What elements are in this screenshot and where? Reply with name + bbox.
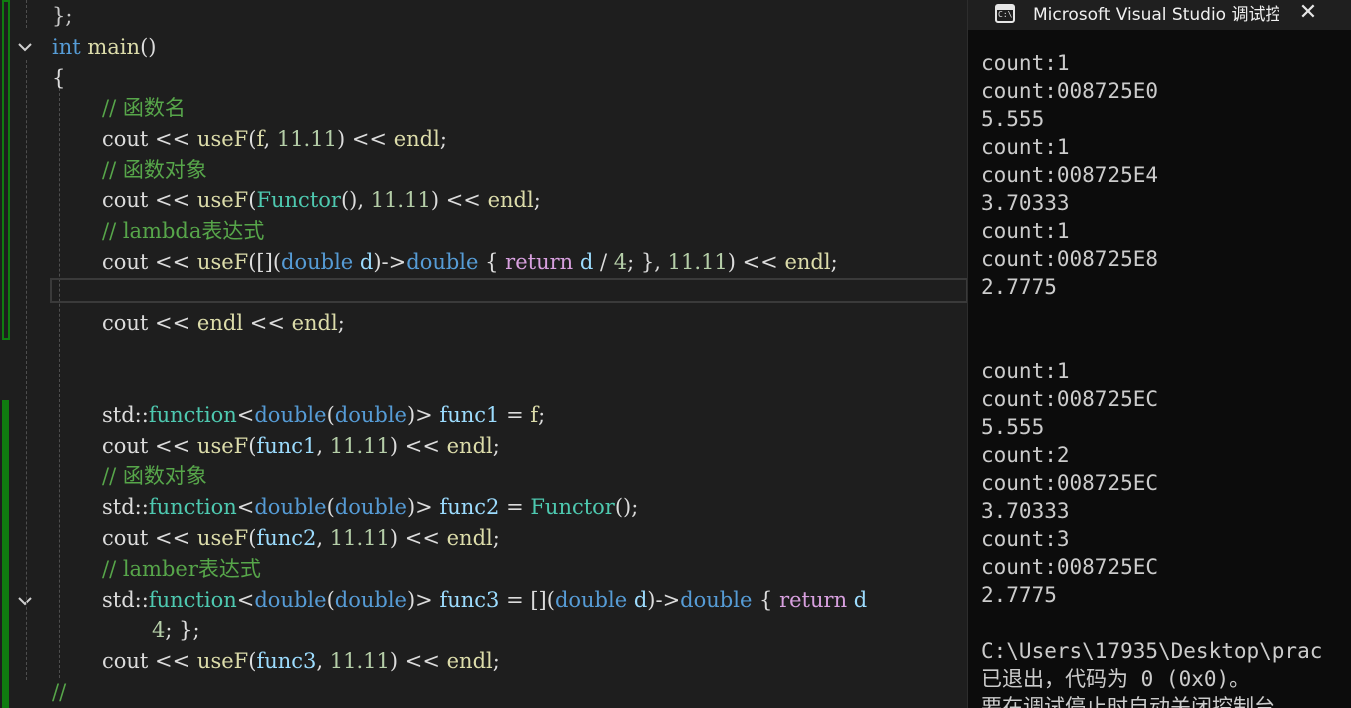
code-line[interactable]: 4; }; xyxy=(152,615,200,645)
code-line[interactable]: std::function<double(double)> func3 = []… xyxy=(102,585,867,615)
code-line[interactable]: // 函数对象 xyxy=(102,155,207,185)
console-output-line: count:1 xyxy=(981,135,1070,159)
code-line[interactable]: cout << endl << endl; xyxy=(102,308,345,338)
change-bar-modified xyxy=(2,0,10,340)
close-button[interactable]: ✕ xyxy=(1293,0,1323,28)
console-output-line: 要在调试停止时自动关闭控制台 xyxy=(981,695,1275,708)
collapse-main-chevron-icon[interactable] xyxy=(14,36,36,58)
console-output-line: count:2 xyxy=(981,443,1070,467)
code-line[interactable]: cout << useF(func3, 11.11) << endl; xyxy=(102,646,500,676)
code-line[interactable]: cout << useF([](double d)->double { retu… xyxy=(102,247,838,277)
code-line[interactable]: }; xyxy=(52,1,72,31)
code-line[interactable]: // lamber表达式 xyxy=(102,554,261,584)
code-line[interactable]: cout << useF(func2, 11.11) << endl; xyxy=(102,523,500,553)
code-editor[interactable]: }; int main() { // 函数名 cout << useF(f, 1… xyxy=(0,0,967,708)
code-line[interactable]: // 函数名 xyxy=(102,93,186,123)
console-titlebar[interactable]: C:\ Microsoft Visual Studio 调试控制台 ✕ xyxy=(968,0,1351,30)
code-line[interactable]: // lambda表达式 xyxy=(102,216,264,246)
console-output-line: count:008725E0 xyxy=(981,79,1159,103)
console-app-icon: C:\ xyxy=(995,4,1015,23)
collapse-func3-chevron-icon[interactable] xyxy=(14,590,36,612)
console-output-line: count:3 xyxy=(981,527,1070,551)
console-output-line: count:008725EC xyxy=(981,387,1159,411)
console-output-line: 已退出，代码为 0 (0x0)。 xyxy=(981,667,1251,691)
code-line[interactable]: std::function<double(double)> func1 = f; xyxy=(102,400,545,430)
console-output-line: 5.555 xyxy=(981,107,1045,131)
console-output-line: 2.7775 xyxy=(981,275,1057,299)
debug-console-window[interactable]: C:\ Microsoft Visual Studio 调试控制台 ✕ coun… xyxy=(967,0,1351,708)
code-line[interactable]: cout << useF(Functor(), 11.11) << endl; xyxy=(102,185,541,215)
console-output-line: count:008725EC xyxy=(981,555,1159,579)
console-output-line: 3.70333 xyxy=(981,191,1070,215)
code-line[interactable]: std::function<double(double)> func2 = Fu… xyxy=(102,492,638,522)
console-title: Microsoft Visual Studio 调试控制台 xyxy=(1033,5,1279,25)
code-line[interactable]: // xyxy=(52,677,66,707)
current-line-highlight xyxy=(50,278,967,303)
console-output-line: 3.70333 xyxy=(981,499,1070,523)
code-line[interactable]: cout << useF(f, 11.11) << endl; xyxy=(102,124,447,154)
console-output-line: 2.7775 xyxy=(981,583,1057,607)
code-line[interactable]: { xyxy=(52,63,65,93)
scope-guide xyxy=(26,60,27,680)
scope-guide xyxy=(26,0,27,28)
code-line[interactable]: // 函数对象 xyxy=(102,461,207,491)
console-output-line: count:008725EC xyxy=(981,471,1159,495)
console-output-line: count:008725E4 xyxy=(981,163,1159,187)
console-output-line: C:\Users\17935\Desktop\prac xyxy=(981,639,1323,663)
code-line[interactable]: cout << useF(func1, 11.11) << endl; xyxy=(102,431,500,461)
console-output-line: count:1 xyxy=(981,359,1070,383)
change-bar-saved xyxy=(2,400,9,708)
scope-guide xyxy=(59,88,60,678)
console-output-line: 5.555 xyxy=(981,415,1045,439)
console-output-line: count:1 xyxy=(981,219,1070,243)
console-output-line: count:008725E8 xyxy=(981,247,1159,271)
console-output-line: count:1 xyxy=(981,51,1070,75)
code-line[interactable]: int main() xyxy=(52,32,156,62)
